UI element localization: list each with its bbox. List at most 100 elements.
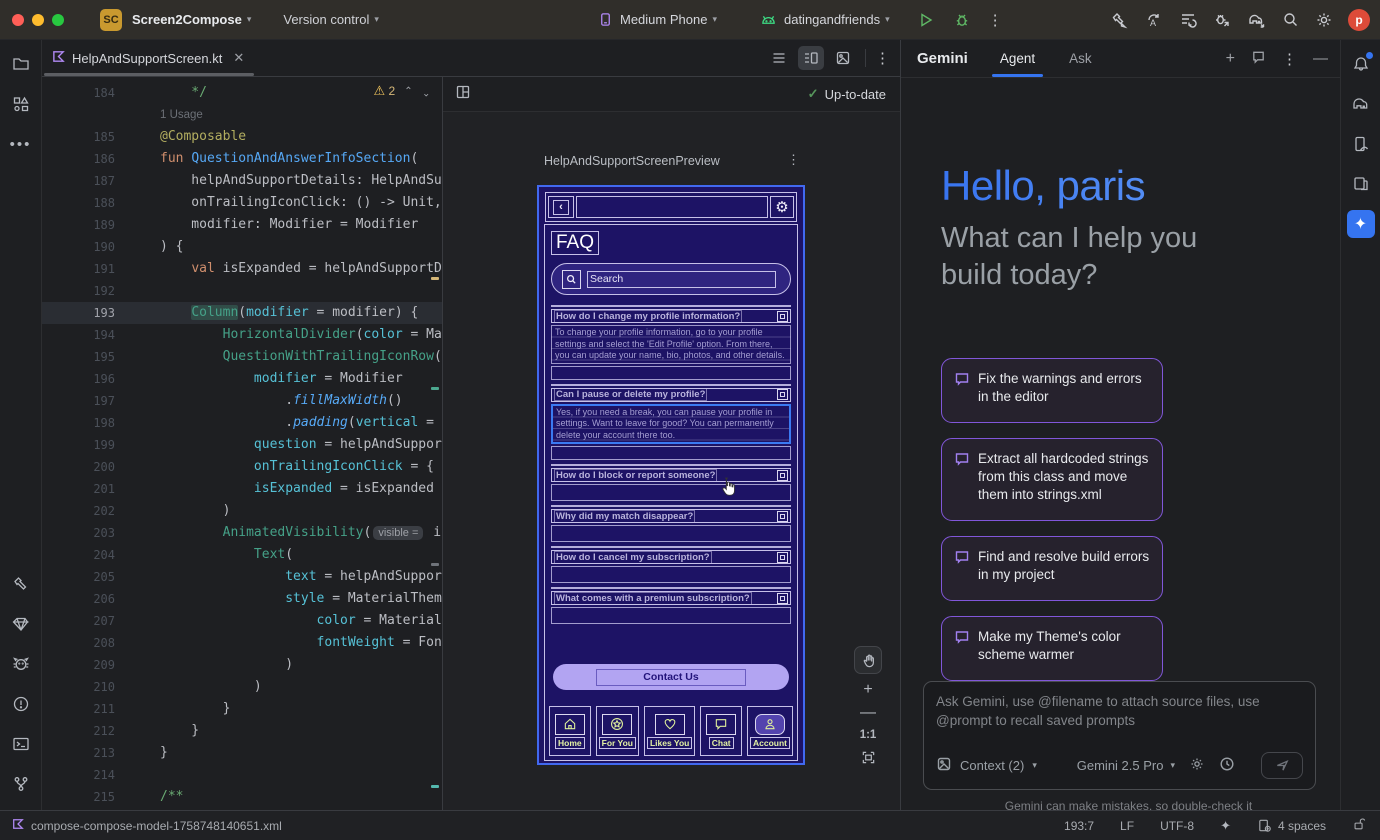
code-line[interactable]: 213}	[42, 742, 442, 764]
gemini-input-box[interactable]: Ask Gemini, use @filename to attach sour…	[923, 681, 1316, 790]
version-control-menu[interactable]: Version control ▾	[283, 12, 379, 27]
expand-icon[interactable]	[777, 311, 788, 322]
close-tab-icon[interactable]: ✕	[233, 50, 244, 66]
code-line[interactable]: 197 .fillMaxWidth()	[42, 390, 442, 412]
code-line[interactable]: 1 Usage	[42, 104, 442, 126]
stripe-mark[interactable]	[431, 785, 439, 788]
editor-options-icon[interactable]: ⋮	[875, 49, 890, 67]
project-selector[interactable]: Screen2Compose ▾	[132, 12, 251, 27]
code-line[interactable]: 185@Composable	[42, 126, 442, 148]
resource-manager-icon[interactable]	[7, 90, 35, 118]
code-line[interactable]: 189 modifier: Modifier = Modifier	[42, 214, 442, 236]
context-selector[interactable]: Context (2) ▾	[936, 756, 1037, 775]
wf-search-bar[interactable]: Search	[551, 263, 791, 295]
wf-question-row[interactable]: How do I change my profile information?	[551, 309, 791, 323]
code-line[interactable]: 201 isExpanded = isExpanded	[42, 478, 442, 500]
gemini-tool-icon[interactable]: ✦	[1347, 210, 1375, 238]
status-file-name[interactable]: compose-compose-model-1758748140651.xml	[31, 819, 282, 833]
wf-contact-button[interactable]: Contact Us	[553, 664, 789, 690]
attach-debugger-icon[interactable]	[1212, 10, 1232, 30]
code-line[interactable]: 192	[42, 280, 442, 302]
logcat-tool-icon[interactable]	[7, 650, 35, 678]
code-line[interactable]: 195 QuestionWithTrailingIconRow(	[42, 346, 442, 368]
expand-icon[interactable]	[777, 511, 788, 522]
more-run-options-icon[interactable]: ⋮	[988, 11, 1003, 29]
stripe-mark[interactable]	[431, 563, 439, 566]
run-button[interactable]	[916, 10, 936, 30]
wf-question-row[interactable]: What comes with a premium subscription?	[551, 591, 791, 605]
preview-layout-icon[interactable]	[455, 84, 471, 105]
wf-nav-item-likes-you[interactable]: Likes You	[644, 706, 695, 756]
code-line[interactable]: 188 onTrailingIconClick: () -> Unit,	[42, 192, 442, 214]
ai-sparkle-icon[interactable]: ✦	[1220, 818, 1231, 834]
problems-tool-icon[interactable]	[7, 690, 35, 718]
expand-icon[interactable]	[777, 552, 788, 563]
expand-icon[interactable]	[777, 470, 788, 481]
code-line[interactable]: 194 HorizontalDivider(color = Material	[42, 324, 442, 346]
device-manager-icon[interactable]	[1347, 130, 1375, 158]
inspection-widget[interactable]: ⚠ 2 ⌃ ⌃	[374, 83, 430, 99]
settings-gear-icon[interactable]	[1314, 10, 1334, 30]
suggestion-card[interactable]: Fix the warnings and errors in the edito…	[941, 358, 1163, 423]
search-everywhere-icon[interactable]	[1280, 10, 1300, 30]
zoom-out-button[interactable]: —	[860, 706, 876, 720]
suggestion-card[interactable]: Find and resolve build errors in my proj…	[941, 536, 1163, 601]
prompt-history-icon[interactable]	[1219, 756, 1235, 775]
running-devices-icon[interactable]	[1347, 170, 1375, 198]
code-line[interactable]: 190) {	[42, 236, 442, 258]
pan-tool-button[interactable]	[854, 646, 882, 674]
info-stripe-mark[interactable]	[431, 387, 439, 390]
preview-canvas[interactable]: HelpAndSupportScreenPreview ⋮ ‹ ⚙	[443, 112, 900, 810]
gradle-tool-icon[interactable]	[1347, 90, 1375, 118]
apply-changes-icon[interactable]: A	[1144, 10, 1164, 30]
expand-icon[interactable]	[777, 389, 788, 400]
tab-ask[interactable]: Ask	[1065, 40, 1096, 77]
code-view-icon[interactable]	[766, 46, 792, 70]
tab-helpandsupportscreen[interactable]: HelpAndSupportScreen.kt ✕	[42, 40, 256, 76]
code-line[interactable]: 202 )	[42, 500, 442, 522]
wf-question-row[interactable]: Can I pause or delete my profile?	[551, 388, 791, 402]
preview-menu-icon[interactable]: ⋮	[787, 152, 800, 168]
wf-answer-text[interactable]: Yes, if you need a break, you can pause …	[551, 404, 791, 445]
more-tool-windows-icon[interactable]: •••	[7, 130, 35, 158]
lock-icon[interactable]	[1352, 817, 1366, 834]
zoom-to-fit-button[interactable]	[861, 750, 876, 770]
model-selector[interactable]: Gemini 2.5 Pro ▾	[1077, 758, 1175, 773]
code-line[interactable]: 191 val isExpanded = helpAndSupportDetai…	[42, 258, 442, 280]
split-view-icon[interactable]	[798, 46, 824, 70]
code-line[interactable]: 210 )	[42, 676, 442, 698]
code-line[interactable]: 200 onTrailingIconClick = { onTrai	[42, 456, 442, 478]
line-ending-indicator[interactable]: LF	[1120, 819, 1134, 833]
gradle-sync-icon[interactable]	[1246, 10, 1266, 30]
suggestion-card[interactable]: Make my Theme's color scheme warmer	[941, 616, 1163, 681]
code-line[interactable]: 215/**	[42, 786, 442, 808]
terminal-tool-icon[interactable]	[7, 730, 35, 758]
version-control-tool-icon[interactable]	[7, 770, 35, 798]
code-line[interactable]: 198 .padding(vertical = 4.dp),	[42, 412, 442, 434]
project-tool-icon[interactable]	[7, 50, 35, 78]
encoding-indicator[interactable]: UTF-8	[1160, 819, 1194, 833]
wf-question-row[interactable]: How do I block or report someone?	[551, 468, 791, 482]
code-line[interactable]: 205 text = helpAndSupportDetai	[42, 566, 442, 588]
wf-nav-item-chat[interactable]: Chat	[700, 706, 742, 756]
code-line[interactable]: 186fun QuestionAndAnswerInfoSection(	[42, 148, 442, 170]
code-line[interactable]: 211 }	[42, 698, 442, 720]
send-button[interactable]	[1261, 752, 1303, 779]
hide-panel-icon[interactable]: —	[1313, 50, 1328, 67]
expand-icon[interactable]	[777, 593, 788, 604]
minimize-window-button[interactable]	[32, 14, 44, 26]
wf-question-row[interactable]: How do I cancel my subscription?	[551, 550, 791, 564]
build-tool-icon[interactable]	[7, 570, 35, 598]
new-chat-icon[interactable]: +	[1226, 50, 1235, 68]
tab-agent[interactable]: Agent	[996, 40, 1039, 77]
zoom-in-button[interactable]: +	[863, 683, 872, 697]
code-line[interactable]: 203 AnimatedVisibility(visible = isExpan	[42, 522, 442, 544]
close-window-button[interactable]	[12, 14, 24, 26]
code-line[interactable]: 207 color = MaterialTheme.	[42, 610, 442, 632]
build-run-icon[interactable]	[1110, 10, 1130, 30]
previous-warning-icon[interactable]: ⌃	[404, 86, 412, 97]
fullscreen-window-button[interactable]	[52, 14, 64, 26]
wf-nav-item-for-you[interactable]: For You	[596, 706, 639, 756]
code-line[interactable]: 212 }	[42, 720, 442, 742]
user-avatar[interactable]: p	[1348, 9, 1370, 31]
